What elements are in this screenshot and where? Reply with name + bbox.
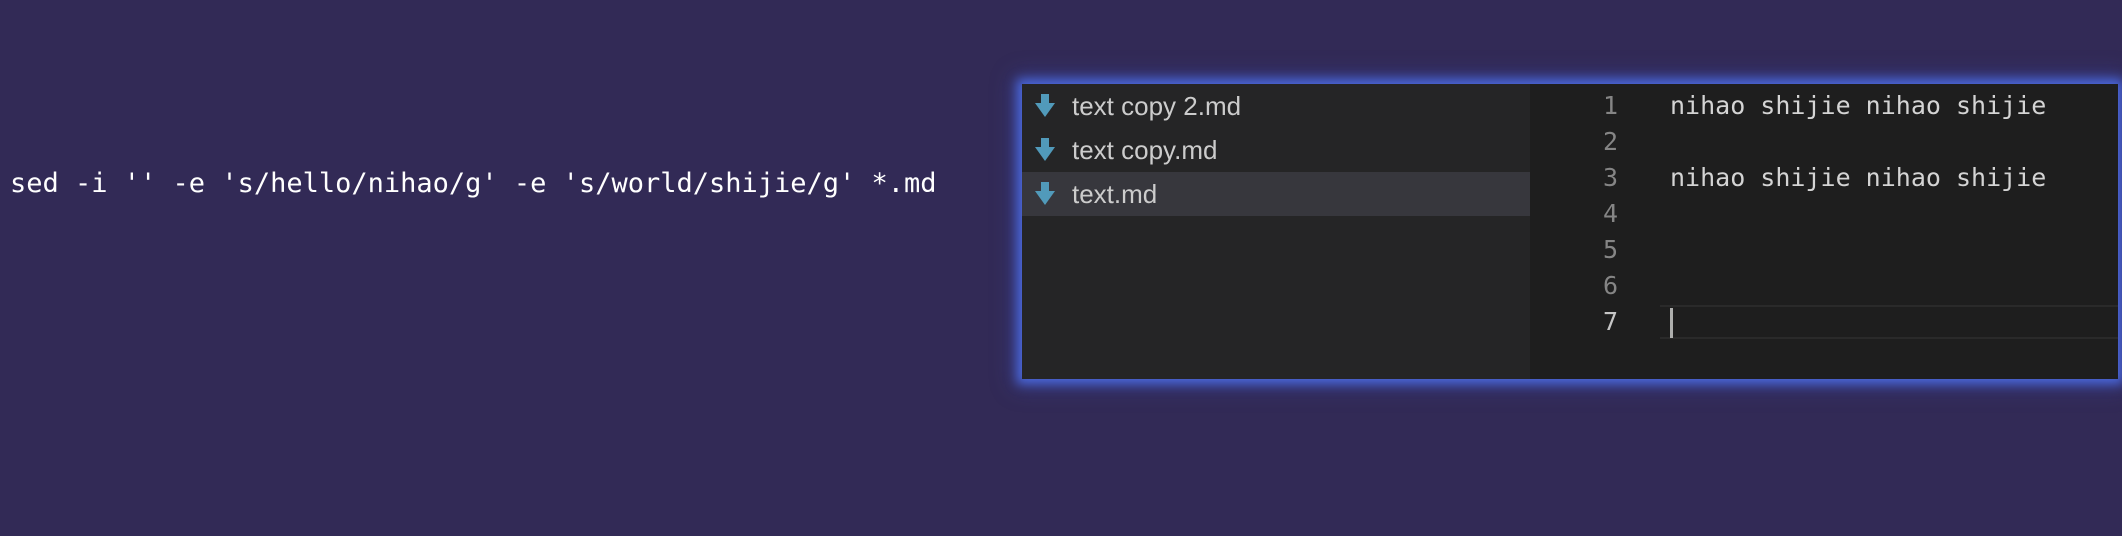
current-line-highlight bbox=[1660, 305, 2118, 339]
file-explorer: text copy 2.md text copy.md text.md bbox=[1022, 84, 1530, 379]
line-number: 2 bbox=[1602, 126, 1618, 156]
code-editor[interactable]: 1 nihao shijie nihao shijie 2 3 nihao sh… bbox=[1530, 84, 2118, 379]
line-number: 6 bbox=[1602, 270, 1618, 300]
text-cursor bbox=[1670, 308, 1673, 338]
file-item-text[interactable]: text.md bbox=[1022, 172, 1530, 216]
code-line: 1 nihao shijie nihao shijie bbox=[1530, 87, 2118, 123]
line-number: 7 bbox=[1602, 306, 1618, 336]
markdown-download-icon bbox=[1034, 181, 1056, 207]
sed-command-text: sed -i '' -e 's/hello/nihao/g' -e 's/wor… bbox=[10, 168, 937, 199]
code-line: 5 bbox=[1530, 231, 2118, 267]
code-line: 6 bbox=[1530, 267, 2118, 303]
file-item-label: text.md bbox=[1072, 178, 1158, 209]
markdown-download-icon bbox=[1034, 137, 1056, 163]
line-content: nihao shijie nihao shijie bbox=[1670, 162, 2047, 192]
code-line-current: 7 bbox=[1530, 303, 2118, 339]
file-item-label: text copy 2.md bbox=[1072, 90, 1242, 121]
line-number: 4 bbox=[1602, 198, 1618, 228]
line-content: nihao shijie nihao shijie bbox=[1670, 90, 2047, 120]
file-item-text-copy[interactable]: text copy.md bbox=[1022, 128, 1530, 172]
code-line: 4 bbox=[1530, 195, 2118, 231]
line-number: 3 bbox=[1602, 162, 1618, 192]
markdown-download-icon bbox=[1034, 93, 1056, 119]
code-line: 2 bbox=[1530, 123, 2118, 159]
file-item-label: text copy.md bbox=[1072, 134, 1218, 165]
code-line: 3 nihao shijie nihao shijie bbox=[1530, 159, 2118, 195]
line-number: 5 bbox=[1602, 234, 1618, 264]
editor-window: text copy 2.md text copy.md text.md 1 ni… bbox=[1022, 84, 2118, 379]
file-item-text-copy-2[interactable]: text copy 2.md bbox=[1022, 84, 1530, 128]
line-number: 1 bbox=[1602, 90, 1618, 120]
